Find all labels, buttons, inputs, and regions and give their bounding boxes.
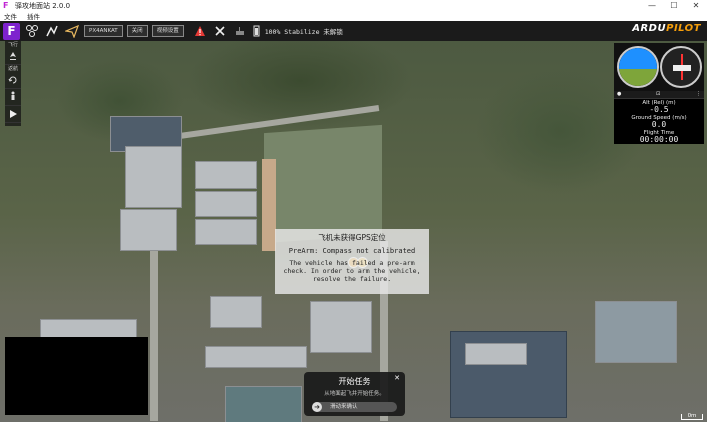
video-feed[interactable] (5, 337, 148, 415)
prearm-error: PreArm: Compass not calibrated (288, 247, 416, 255)
takeoff-label: 飞行 (7, 42, 18, 48)
start-mission-dialog: ✕ 开始任务 从地面起飞并开始任务。 ➜ 滑动来确认 (304, 372, 405, 416)
flight-instruments (614, 43, 704, 91)
rc-signal-icon[interactable] (232, 23, 249, 40)
disconnect-button[interactable]: 关闭 (126, 25, 148, 37)
no-gps-satellite-icon[interactable] (212, 23, 229, 40)
app-menu-icon[interactable]: F (3, 22, 20, 40)
vehicle-setup-icon[interactable] (23, 23, 40, 40)
gps-status-message: 飞机未获得GPS定位 (318, 233, 386, 242)
prearm-message-box: 飞机未获得GPS定位 PreArm: Compass not calibrate… (275, 229, 429, 294)
settings-dot-icon[interactable]: ● (617, 91, 621, 98)
telemetry-panel: ● ⊡ ⋮ Alt (Rel) (m) -0.5 Ground Speed (m… (614, 91, 704, 144)
rtl-button[interactable] (5, 72, 21, 89)
heading-readout (673, 65, 691, 71)
compass-indicator (660, 46, 702, 88)
left-tool-panel: 飞行 返航 (5, 41, 21, 126)
minimize-button[interactable]: — (641, 0, 663, 11)
battery-icon[interactable] (252, 23, 262, 40)
vehicle-select-button[interactable]: PX4ANKAT (84, 25, 123, 37)
takeoff-button[interactable] (5, 48, 21, 65)
prearm-detail: The vehicle has failed a pre-arm check. … (283, 259, 421, 283)
app-logo-icon: F (3, 1, 9, 10)
map-scale: 0m (681, 413, 703, 420)
mission-subtitle: 从地面起飞并开始任务。 (324, 391, 385, 397)
rtl-label: 返航 (7, 66, 18, 72)
close-dialog-icon[interactable]: ✕ (394, 374, 400, 382)
sports-field (264, 124, 382, 244)
main-toolbar: F PX4ANKAT 关闭 视频设置 100% Stabilize 未解锁 (0, 21, 707, 41)
slider-label: 滑动来确认 (330, 404, 358, 410)
person-icon[interactable] (5, 89, 21, 106)
window-title: 驿攻地面站 2.0.0 (15, 1, 71, 10)
view-toggle-icon[interactable]: ⊡ (656, 91, 660, 98)
plan-route-icon[interactable] (43, 23, 60, 40)
flight-time-value: 00:00:00 (639, 135, 679, 144)
menu-bar: 文件 插件 (0, 11, 707, 21)
ardupilot-logo: ARDUPILOT (632, 23, 701, 34)
play-mission-icon[interactable] (5, 106, 21, 123)
more-menu-icon[interactable]: ⋮ (696, 91, 701, 98)
menu-plugins[interactable]: 插件 (27, 11, 40, 21)
fly-paper-plane-icon[interactable] (63, 23, 80, 40)
slider-arrow-icon[interactable]: ➜ (312, 402, 322, 412)
attitude-indicator (617, 46, 659, 88)
ground-speed-value: 0.0 (651, 120, 667, 129)
maximize-button[interactable]: ☐ (663, 0, 685, 11)
flight-mode-status[interactable]: 100% Stabilize 未解锁 (265, 26, 343, 36)
alt-value: -0.5 (649, 105, 669, 114)
video-settings-button[interactable]: 视频设置 (151, 25, 184, 37)
mission-title: 开始任务 (338, 377, 371, 386)
confirm-slider[interactable]: ➜ 滑动来确认 (312, 402, 397, 412)
close-button[interactable]: ✕ (685, 0, 707, 11)
warning-icon[interactable] (192, 23, 209, 40)
menu-file[interactable]: 文件 (4, 11, 17, 21)
